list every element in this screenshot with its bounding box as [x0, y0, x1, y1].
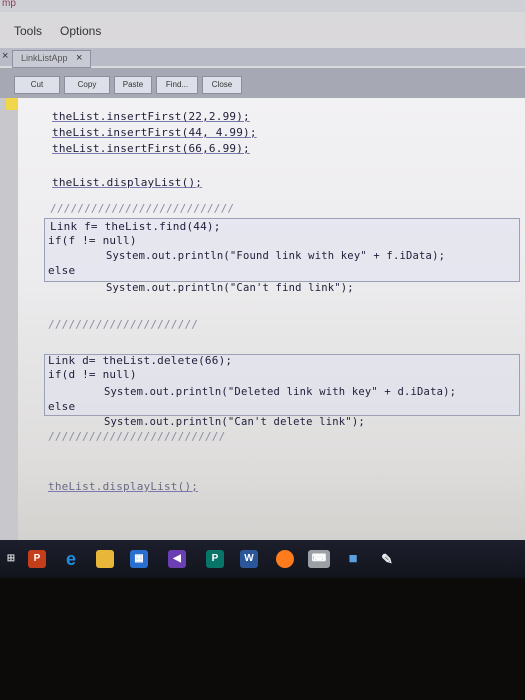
copy-button[interactable]: Copy	[64, 76, 110, 94]
code-line[interactable]: else	[48, 400, 75, 413]
menu-tools[interactable]: Tools	[14, 24, 42, 38]
code-line[interactable]: theList.insertFirst(22,2.99);	[52, 110, 250, 123]
code-line[interactable]: Link d= theList.delete(66);	[48, 354, 232, 367]
cut-button[interactable]: Cut	[14, 76, 60, 94]
code-line[interactable]: System.out.println("Found link with key"…	[106, 250, 445, 262]
code-line[interactable]: theList.insertFirst(66,6.99);	[52, 142, 250, 155]
comment-line[interactable]: ///////////////////////////	[50, 202, 234, 215]
paste-button[interactable]: Paste	[114, 76, 152, 94]
code-editor[interactable]: theList.insertFirst(22,2.99); theList.in…	[0, 98, 525, 540]
close-button[interactable]: Close	[202, 76, 242, 94]
pen-icon[interactable]: ✎	[378, 550, 396, 568]
comment-line[interactable]: //////////////////////////	[48, 430, 225, 443]
store-icon[interactable]: ▦	[130, 550, 148, 568]
code-line[interactable]: theList.displayList();	[48, 480, 198, 493]
code-line[interactable]: Link f= theList.find(44);	[50, 220, 221, 233]
code-line[interactable]: System.out.println("Can't find link");	[106, 282, 354, 294]
tab-label: LinkListApp	[21, 53, 68, 63]
code-line[interactable]: System.out.println("Deleted link with ke…	[104, 386, 456, 398]
window-titlebar: mp	[0, 0, 525, 12]
find-button[interactable]: Find...	[156, 76, 198, 94]
comment-line[interactable]: //////////////////////	[48, 318, 198, 331]
code-line[interactable]: else	[48, 264, 75, 277]
code-line[interactable]: System.out.println("Can't delete link");	[104, 416, 365, 428]
editor-gutter	[0, 98, 18, 540]
tab-strip: × LinkListApp ×	[0, 48, 525, 68]
tab-linklistapp[interactable]: LinkListApp ×	[12, 50, 92, 68]
publisher-icon[interactable]: P	[206, 550, 224, 568]
monitor-bezel	[0, 578, 525, 700]
taskbar: ⊞ P e ▦ ◀ P W ⌨ ■ ✎	[0, 540, 525, 578]
code-line[interactable]: if(f != null)	[48, 234, 137, 247]
ide-window: mp Tools Options × LinkListApp × Cut Cop…	[0, 0, 525, 540]
code-line[interactable]: theList.displayList();	[52, 176, 202, 189]
powerpoint-icon[interactable]: P	[28, 550, 46, 568]
code-line[interactable]: if(d != null)	[48, 368, 137, 381]
visual-studio-icon[interactable]: ◀	[168, 550, 186, 568]
keyboard-icon[interactable]: ⌨	[308, 550, 330, 568]
close-all-icon[interactable]: ×	[2, 50, 8, 62]
menu-options[interactable]: Options	[60, 24, 101, 38]
file-explorer-icon[interactable]	[96, 550, 114, 568]
word-icon[interactable]: W	[240, 550, 258, 568]
editor-toolbar: Cut Copy Paste Find... Close	[0, 68, 525, 98]
menu-bar: Tools Options	[0, 22, 525, 42]
window-title: mp	[2, 0, 16, 9]
cube-icon[interactable]: ■	[344, 550, 362, 568]
code-line[interactable]: theList.insertFirst(44, 4.99);	[52, 126, 257, 139]
edge-icon[interactable]: e	[62, 550, 80, 568]
firefox-icon[interactable]	[276, 550, 294, 568]
bookmark-marker	[6, 98, 18, 110]
tab-close-icon[interactable]: ×	[76, 52, 82, 64]
start-icon[interactable]: ⊞	[6, 550, 16, 568]
